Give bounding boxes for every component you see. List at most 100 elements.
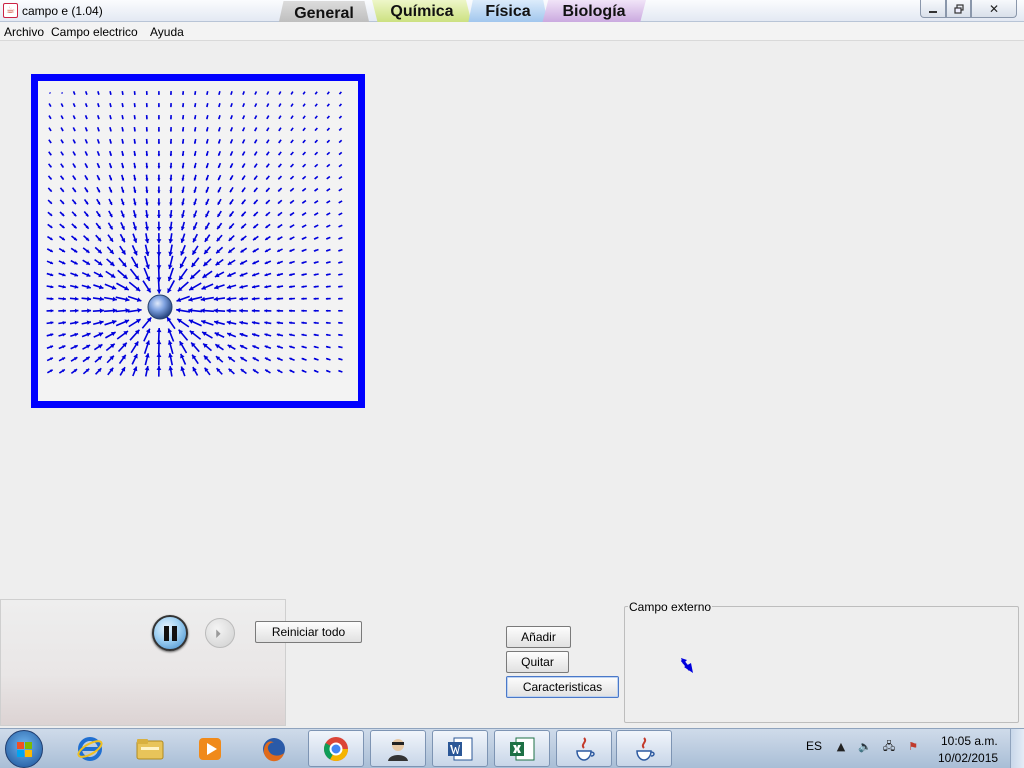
field-arrow (49, 92, 51, 94)
remove-charge-button[interactable]: Quitar (506, 651, 569, 673)
minimize-button[interactable] (920, 0, 946, 18)
field-arrow-head (169, 214, 173, 218)
field-arrow-head (50, 297, 54, 301)
field-arrow-head (289, 309, 292, 313)
restore-icon (953, 3, 964, 14)
taskbar-media-player[interactable] (182, 730, 238, 767)
field-arrow-head (156, 226, 162, 231)
field-arrow-head (156, 365, 162, 370)
field-arrow-head (301, 297, 304, 301)
field-arrow-head (157, 214, 161, 218)
field-arrow-head (200, 308, 205, 313)
playback-control-panel (0, 599, 286, 726)
field-arrow-head (226, 308, 231, 314)
taskbar-word[interactable] (432, 730, 488, 767)
field-arrow-head (226, 296, 231, 302)
point-charge[interactable] (147, 294, 173, 320)
excel-icon (510, 737, 535, 760)
taskbar-chrome[interactable] (308, 730, 364, 767)
add-charge-button[interactable]: Añadir (506, 626, 571, 648)
action-center-icon[interactable]: ⚑ (906, 740, 920, 754)
network-icon[interactable]: 🖧 (882, 740, 896, 754)
restore-button[interactable] (946, 0, 971, 18)
show-hidden-icons-icon[interactable]: ▲ (834, 740, 848, 754)
field-arrow-head (157, 178, 161, 181)
field-arrow-head (157, 141, 161, 144)
field-simulation-area[interactable] (31, 74, 365, 408)
field-arrow-head (251, 308, 255, 313)
field-arrow (61, 92, 64, 94)
java-icon[interactable]: ☕ (3, 3, 18, 18)
reset-all-button[interactable]: Reiniciar todo (255, 621, 362, 643)
start-button[interactable] (5, 730, 43, 768)
field-arrow-head (156, 340, 162, 345)
field-arrow-head (156, 239, 162, 244)
field-arrow-head (62, 296, 66, 301)
taskbar-internet-explorer[interactable] (62, 730, 118, 767)
tab-quimica[interactable]: Química (372, 0, 472, 24)
menu-bar: Archivo Campo electrico Ayuda (0, 22, 1024, 41)
field-arrow-head (301, 309, 304, 313)
minimize-icon (929, 10, 937, 13)
field-arrow-head (169, 202, 173, 206)
field-arrow-head (313, 309, 316, 313)
show-desktop-button[interactable] (1010, 729, 1024, 768)
field-arrow-head (251, 296, 256, 301)
clock-time[interactable]: 10:05 a.m. (941, 734, 998, 748)
external-field-title: Campo externo (628, 600, 713, 614)
field-arrow-head (276, 309, 280, 313)
field-arrow-head (156, 352, 162, 358)
field-arrow-head (50, 309, 54, 313)
field-arrow-head (264, 297, 268, 301)
close-button[interactable]: ✕ (971, 0, 1017, 18)
chrome-icon (323, 736, 348, 761)
field-arrow-head (157, 202, 161, 206)
field-arrow-head (145, 190, 149, 194)
field-arrow-head (86, 296, 92, 302)
field-arrow-head (169, 178, 173, 181)
word-icon (448, 737, 473, 760)
windows-start-icon (17, 742, 32, 757)
clock-date[interactable]: 10/02/2015 (938, 751, 998, 765)
electric-field-canvas[interactable] (38, 81, 358, 401)
taskbar-excel[interactable] (494, 730, 550, 767)
field-arrow-head (213, 308, 218, 314)
field-arrow-head (289, 297, 292, 301)
properties-button[interactable]: Caracteristicas (506, 676, 619, 698)
volume-icon[interactable]: 🔈 (858, 740, 872, 754)
java-icon (636, 736, 655, 761)
tab-biologia[interactable]: Biología (542, 0, 646, 24)
taskbar-user-app[interactable] (370, 730, 426, 767)
field-arrow-head (169, 190, 173, 194)
field-arrow-head (276, 297, 280, 301)
taskbar-file-explorer[interactable] (122, 730, 178, 767)
field-arrow-head (264, 309, 268, 313)
menu-archivo[interactable]: Archivo (4, 25, 44, 39)
tab-fisica[interactable]: Física (468, 0, 548, 24)
field-arrow-head (157, 166, 161, 169)
menu-ayuda[interactable]: Ayuda (150, 25, 184, 39)
taskbar-java-2[interactable] (616, 730, 672, 767)
media-player-icon (199, 737, 221, 760)
field-arrow-head (239, 296, 243, 301)
field-arrow-head (99, 308, 104, 314)
language-indicator[interactable]: ES (806, 739, 822, 753)
external-field-arrow-icon[interactable] (676, 654, 700, 678)
window-title: campo e (1.04) (22, 4, 103, 18)
taskbar-java-1[interactable] (556, 730, 612, 767)
field-arrow-head (156, 289, 162, 294)
close-icon: ✕ (988, 1, 1000, 16)
pause-button[interactable] (152, 615, 188, 651)
folder-icon (136, 738, 164, 759)
java-icon (576, 736, 595, 761)
step-button[interactable]: ⏵ (205, 618, 235, 648)
menu-campo-electrico[interactable]: Campo electrico (51, 25, 138, 39)
field-arrow-head (112, 308, 117, 313)
person-icon (388, 738, 408, 761)
field-arrow-head (62, 308, 66, 313)
field-arrow-head (74, 296, 79, 301)
field-arrow-head (87, 308, 92, 314)
internet-explorer-icon (77, 736, 103, 761)
taskbar-firefox[interactable] (246, 730, 302, 767)
field-arrow-head (74, 308, 79, 313)
